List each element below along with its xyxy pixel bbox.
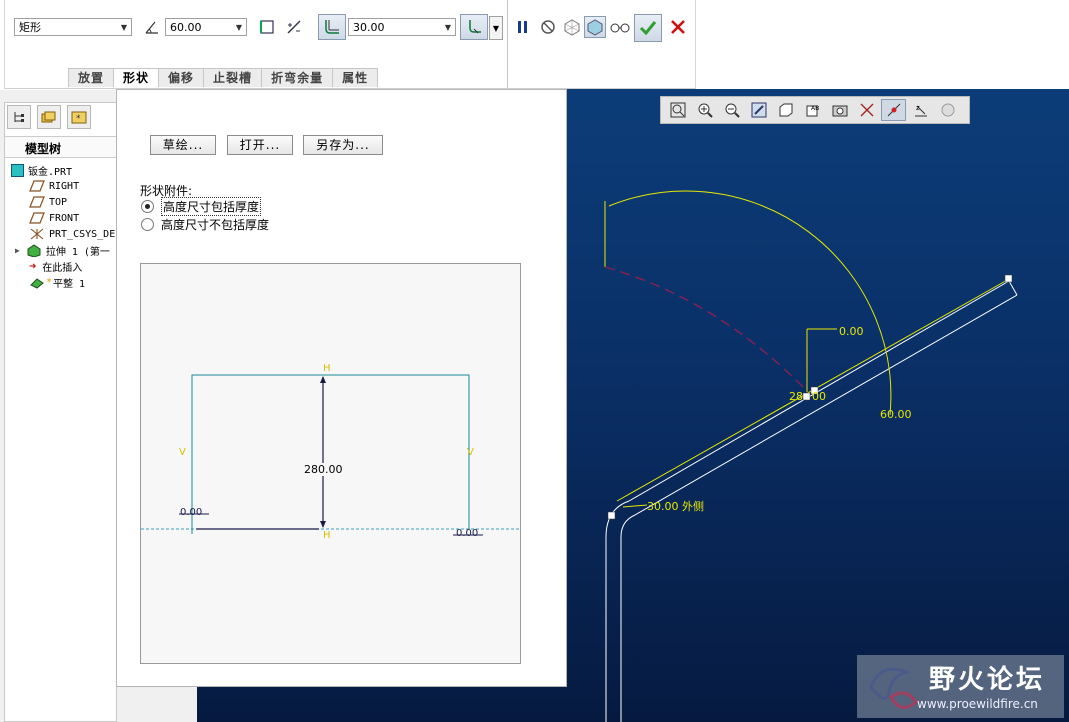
- shaded-preview-icon[interactable]: [584, 16, 606, 38]
- tree-tab-icon[interactable]: [7, 105, 31, 129]
- view-toolbar: AB z: [660, 96, 970, 124]
- shape-slide-up-panel: 草绘... 打开... 另存为... 形状附件: 高度尺寸包括厚度 高度尺寸不包…: [116, 89, 567, 687]
- height-dimension[interactable]: 280.00: [304, 463, 343, 476]
- named-view-icon[interactable]: [773, 99, 798, 121]
- watermark-logo-icon: [869, 667, 918, 709]
- right-offset-dimension[interactable]: 0.00: [456, 528, 478, 539]
- tab-shape[interactable]: 形状: [113, 68, 160, 87]
- profile-type-select[interactable]: 矩形 ▼: [14, 18, 132, 36]
- glasses-verify-icon[interactable]: [609, 16, 631, 38]
- mesh-preview-icon[interactable]: [561, 16, 583, 38]
- flip-side-icon[interactable]: [283, 16, 305, 38]
- tab-offset[interactable]: 偏移: [158, 68, 205, 87]
- tree-item-extrude[interactable]: ▶ 拉伸 1 (第一: [15, 242, 110, 258]
- option-include-thickness[interactable]: 高度尺寸包括厚度: [141, 197, 262, 216]
- dim-radius-label[interactable]: 30.00 外侧: [647, 498, 704, 514]
- tree-item-top[interactable]: TOP: [29, 194, 67, 210]
- vertical-constraint-marker: V: [179, 447, 186, 458]
- model-tree-panel: * 模型树 钣金.PRT RIGHT TOP FRONT PRT_CSYS_DE…: [4, 102, 121, 722]
- svg-text:z: z: [916, 104, 920, 112]
- datum-planes-icon[interactable]: [854, 99, 879, 121]
- edge-placement-icon[interactable]: [256, 16, 278, 38]
- tree-item-right[interactable]: RIGHT: [29, 178, 79, 194]
- confirm-check-icon[interactable]: [634, 14, 662, 42]
- dashboard-tabs: 放置 形状 偏移 止裂槽 折弯余量 属性: [68, 68, 379, 87]
- part-icon: [11, 163, 24, 177]
- save-as-button[interactable]: 另存为...: [303, 135, 383, 155]
- refit-icon[interactable]: [665, 99, 690, 121]
- zoom-in-icon[interactable]: [692, 99, 717, 121]
- saved-views-icon[interactable]: AB: [800, 99, 825, 121]
- datum-axes-icon[interactable]: [881, 99, 906, 121]
- insert-arrow-icon: ➜: [29, 259, 37, 273]
- tree-item-insert-here[interactable]: ➜ 在此插入: [29, 258, 82, 274]
- svg-text:*: *: [76, 114, 81, 124]
- angle-icon: [141, 16, 163, 38]
- favorites-tab-icon[interactable]: *: [67, 105, 91, 129]
- tree-item-flat-wall[interactable]: * 平整 1: [29, 274, 85, 290]
- datum-plane-icon: [29, 212, 45, 224]
- watermark-title: 野火论坛: [929, 665, 1046, 695]
- watermark-url: www.proewildfire.cn: [917, 697, 1038, 711]
- model-tree-header: 模型树: [5, 136, 116, 158]
- tab-placement[interactable]: 放置: [68, 68, 115, 87]
- bend-radius-icon[interactable]: [318, 14, 346, 40]
- chevron-down-icon: ▼: [444, 22, 452, 32]
- dim-offset-label[interactable]: 0.00: [839, 325, 864, 338]
- cancel-x-icon[interactable]: [667, 16, 689, 38]
- open-button[interactable]: 打开...: [227, 135, 293, 155]
- watermark: 野火论坛 www.proewildfire.cn: [857, 655, 1064, 718]
- radio-button[interactable]: [141, 200, 154, 213]
- radio-button[interactable]: [141, 218, 154, 231]
- dim-angle-label[interactable]: 60.00: [880, 408, 912, 421]
- tab-properties[interactable]: 属性: [332, 68, 379, 87]
- chevron-down-icon: ▼: [120, 22, 128, 32]
- radius-side-icon[interactable]: [460, 14, 488, 40]
- feature-dashboard: 矩形 ▼ 60.00 ▼ 30.00 ▼ ▼ 放置 形状 偏移 止裂槽 折弯余量…: [0, 0, 1069, 90]
- datum-plane-icon: [29, 196, 45, 208]
- angle-value-combo[interactable]: 60.00 ▼: [165, 18, 247, 36]
- folder-tab-icon[interactable]: [37, 105, 61, 129]
- flat-wall-icon: [30, 278, 44, 289]
- tree-item-part[interactable]: 钣金.PRT: [11, 162, 72, 178]
- radius-value-combo[interactable]: 30.00 ▼: [348, 18, 456, 36]
- tree-item-csys[interactable]: PRT_CSYS_DEF: [29, 226, 121, 242]
- datum-plane-icon: [29, 180, 45, 192]
- repaint-icon[interactable]: [746, 99, 771, 121]
- shape-preview: 280.00 0.00 0.00 H H V V: [140, 263, 521, 664]
- camera-icon[interactable]: [827, 99, 852, 121]
- svg-text:AB: AB: [811, 105, 819, 112]
- zoom-out-icon[interactable]: [719, 99, 744, 121]
- option-exclude-thickness[interactable]: 高度尺寸不包括厚度: [141, 216, 269, 233]
- dashboard-actions: [507, 0, 696, 89]
- dim-height-label[interactable]: 28: [789, 390, 803, 403]
- csys-display-icon[interactable]: [935, 99, 960, 121]
- no-preview-icon[interactable]: [537, 16, 559, 38]
- datum-points-icon[interactable]: z: [908, 99, 933, 121]
- expand-triangle-icon[interactable]: ▶: [15, 246, 20, 255]
- horizontal-constraint-marker: H: [323, 530, 331, 541]
- extrude-icon: [27, 244, 41, 257]
- horizontal-constraint-marker: H: [323, 363, 331, 374]
- dim-height-suffix: 00: [812, 390, 826, 403]
- new-feature-star-icon: *: [46, 276, 53, 288]
- chevron-down-icon: ▼: [235, 22, 243, 32]
- left-offset-dimension[interactable]: 0.00: [180, 507, 202, 518]
- csys-icon: [30, 228, 44, 240]
- tree-item-front[interactable]: FRONT: [29, 210, 79, 226]
- radius-side-dropdown[interactable]: ▼: [489, 16, 503, 40]
- sketch-button[interactable]: 草绘...: [150, 135, 216, 155]
- tab-relief[interactable]: 止裂槽: [203, 68, 263, 87]
- pause-icon[interactable]: [512, 16, 534, 38]
- vertical-constraint-marker: V: [467, 447, 474, 458]
- model-tree-title: 模型树: [25, 142, 62, 156]
- tab-bend-allowance[interactable]: 折弯余量: [261, 68, 334, 87]
